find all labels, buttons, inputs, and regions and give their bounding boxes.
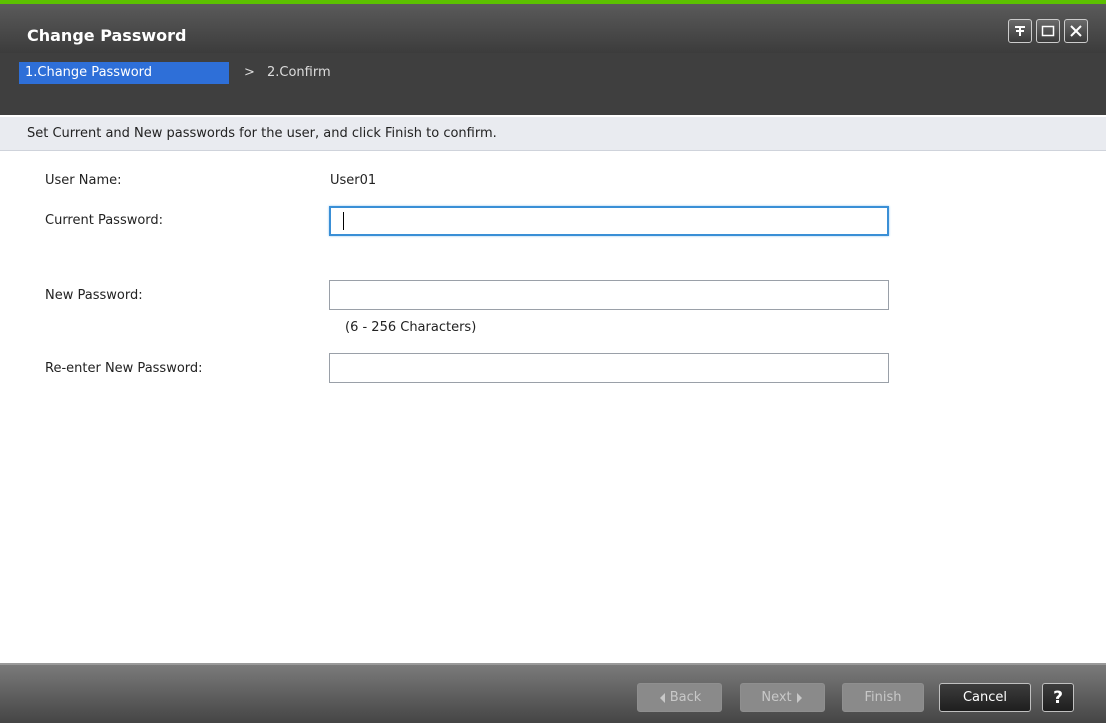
close-icon[interactable]: [1064, 19, 1088, 43]
next-button[interactable]: Next: [740, 683, 825, 712]
step-separator: >: [244, 65, 255, 80]
user-name-value: User01: [330, 173, 377, 188]
chevron-left-icon: [659, 692, 665, 703]
text-caret: [343, 212, 344, 230]
maximize-icon[interactable]: [1036, 19, 1060, 43]
instruction-banner: Set Current and New passwords for the us…: [0, 117, 1106, 151]
user-name-label: User Name:: [45, 173, 122, 188]
step-change-password: 1.Change Password: [19, 62, 229, 84]
back-button[interactable]: Back: [637, 683, 722, 712]
next-button-label: Next: [761, 690, 792, 705]
cancel-button[interactable]: Cancel: [939, 683, 1031, 712]
new-password-label: New Password:: [45, 288, 143, 303]
help-button[interactable]: ?: [1042, 683, 1074, 712]
reenter-password-label: Re-enter New Password:: [45, 361, 203, 376]
current-password-label: Current Password:: [45, 213, 164, 228]
password-length-hint: (6 - 256 Characters): [345, 320, 477, 335]
chevron-right-icon: [796, 692, 802, 703]
title-bar: Change Password: [0, 0, 1106, 53]
window-title: Change Password: [27, 26, 187, 45]
current-password-field[interactable]: [329, 206, 889, 236]
pin-icon[interactable]: [1008, 19, 1032, 43]
step-confirm: 2.Confirm: [267, 65, 331, 80]
new-password-field[interactable]: [329, 280, 889, 310]
finish-button[interactable]: Finish: [842, 683, 924, 712]
back-button-label: Back: [669, 690, 702, 705]
reenter-password-field[interactable]: [329, 353, 889, 383]
window-controls: [1008, 19, 1088, 43]
